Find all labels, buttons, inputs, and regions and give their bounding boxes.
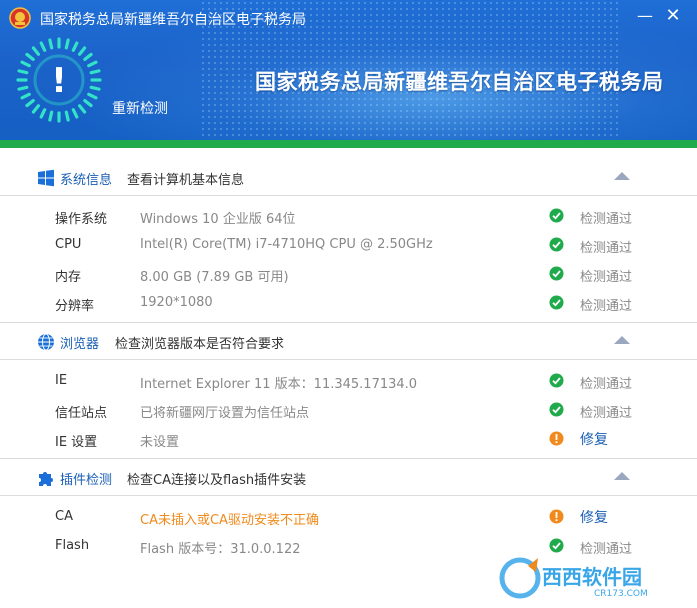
section-name: 系统信息 — [60, 173, 113, 188]
ring-tick — [25, 52, 35, 62]
check-icon — [549, 538, 564, 553]
ring-tick — [64, 110, 70, 122]
row-value: Intel(R) Core(TM) i7-4710HQ CPU @ 2.50GH… — [140, 237, 433, 252]
collapse-toggle-system-info[interactable] — [614, 172, 630, 180]
row-label: 内存 — [55, 270, 82, 285]
ring-tick — [71, 41, 79, 52]
status-text: 检测通过 — [580, 542, 633, 557]
watermark-domain: CR173.COM — [594, 589, 648, 599]
ring-tick — [39, 41, 47, 52]
table-row: IE 设置 未设置 修复 — [0, 424, 697, 453]
ring-tick — [77, 104, 87, 114]
warning-icon — [549, 431, 564, 446]
table-row: 内存 8.00 GB (7.89 GB 可用) 检测通过 — [0, 259, 697, 288]
check-icon — [549, 266, 564, 281]
ring-tick — [25, 98, 35, 108]
status-text: 检测通过 — [580, 270, 633, 285]
table-row: 操作系统 Windows 10 企业版 64位 检测通过 — [0, 201, 697, 230]
check-icon — [549, 237, 564, 252]
ring-tick — [39, 108, 47, 119]
ring-tick — [20, 92, 31, 100]
table-row: CPU Intel(R) Core(TM) i7-4710HQ CPU @ 2.… — [0, 230, 697, 259]
banner-title: 国家税务总局新疆维吾尔自治区电子税务局 — [255, 70, 664, 94]
row-label: CA — [55, 509, 73, 524]
status-text: 检测通过 — [580, 212, 633, 227]
ring-tick — [83, 52, 93, 62]
section-desc: 检查浏览器版本是否符合要求 — [115, 337, 285, 352]
window-title: 国家税务总局新疆维吾尔自治区电子税务局 — [40, 12, 306, 28]
table-row: 信任站点 已将新疆网厅设置为信任站点 检测通过 — [0, 395, 697, 424]
section-header-system-info: 系统信息 查看计算机基本信息 — [0, 159, 697, 196]
ring-tick — [31, 46, 41, 56]
windows-icon — [38, 169, 54, 187]
row-label: 信任站点 — [55, 406, 108, 421]
collapse-toggle-plugins[interactable] — [614, 472, 630, 480]
status-text: 检测通过 — [580, 406, 633, 421]
row-label: IE — [55, 373, 68, 388]
row-value: Windows 10 企业版 64位 — [140, 212, 296, 227]
section-name: 插件检测 — [60, 473, 113, 488]
row-value: Flash 版本号：31.0.0.122 — [140, 542, 301, 557]
ring-tick — [17, 69, 29, 75]
row-value: 未设置 — [140, 435, 180, 450]
row-label: CPU — [55, 237, 82, 252]
status-text: 检测通过 — [580, 299, 633, 314]
ring-tick — [31, 104, 41, 114]
watermark-brand: 西西软件园 — [542, 565, 642, 589]
row-label: Flash — [55, 538, 90, 553]
site-watermark-logo: 西西软件园 CR173.COM — [499, 557, 648, 599]
section-desc: 查看计算机基本信息 — [127, 173, 245, 188]
collapse-toggle-browser[interactable] — [614, 336, 630, 344]
banner-accent-bar — [0, 140, 697, 148]
section-name: 浏览器 — [60, 337, 100, 352]
row-value-warning: CA未插入或CA驱动安装不正确 — [140, 513, 319, 528]
row-value: 1920*1080 — [140, 295, 213, 310]
check-icon — [549, 295, 564, 310]
ring-tick — [89, 85, 101, 91]
puzzle-icon — [39, 472, 53, 486]
status-text: 检测通过 — [580, 241, 633, 256]
ring-tick — [77, 46, 87, 56]
check-icon — [549, 373, 564, 388]
tax-bureau-logo-icon — [9, 7, 31, 29]
section-header-plugins: 插件检测 检查CA连接以及flash插件安装 — [0, 459, 697, 496]
warning-icon — [549, 509, 564, 524]
row-label: IE 设置 — [55, 435, 98, 450]
row-value: 已将新疆网厅设置为信任站点 — [140, 406, 310, 421]
ring-tick — [17, 85, 29, 91]
section-desc: 检查CA连接以及flash插件安装 — [127, 473, 307, 488]
row-value: Internet Explorer 11 版本：11.345.17134.0 — [140, 377, 418, 392]
title-bar: 国家税务总局新疆维吾尔自治区电子税务局 — ✕ — [0, 0, 697, 34]
table-row: IE Internet Explorer 11 版本：11.345.17134.… — [0, 366, 697, 395]
table-row: 分辨率 1920*1080 检测通过 — [0, 288, 697, 317]
row-label: 操作系统 — [55, 212, 108, 227]
ring-tick — [48, 38, 54, 50]
ring-tick — [20, 60, 31, 68]
check-icon — [549, 208, 564, 223]
status-text: 检测通过 — [580, 377, 633, 392]
ring-tick — [64, 38, 70, 50]
minimize-button[interactable]: — — [634, 6, 656, 28]
ring-tick — [48, 110, 54, 122]
fix-button-ie-settings[interactable]: 修复 — [580, 429, 608, 449]
ring-tick — [89, 69, 101, 75]
recheck-button[interactable]: 重新检测 — [112, 98, 168, 118]
ring-tick — [71, 108, 79, 119]
ring-tick — [87, 92, 98, 100]
table-row: CA CA未插入或CA驱动安装不正确 修复 — [0, 502, 697, 531]
check-icon — [549, 402, 564, 417]
row-label: 分辨率 — [55, 299, 95, 314]
status-ring-icon: ! — [16, 37, 102, 123]
ring-tick — [83, 98, 93, 108]
fix-button-ca[interactable]: 修复 — [580, 507, 608, 527]
close-button[interactable]: ✕ — [662, 6, 684, 28]
section-header-browser: 浏览器 检查浏览器版本是否符合要求 — [0, 323, 697, 360]
ring-tick — [87, 60, 98, 68]
globe-icon — [38, 333, 54, 351]
alert-glyph: ! — [51, 61, 67, 101]
row-value: 8.00 GB (7.89 GB 可用) — [140, 270, 289, 285]
